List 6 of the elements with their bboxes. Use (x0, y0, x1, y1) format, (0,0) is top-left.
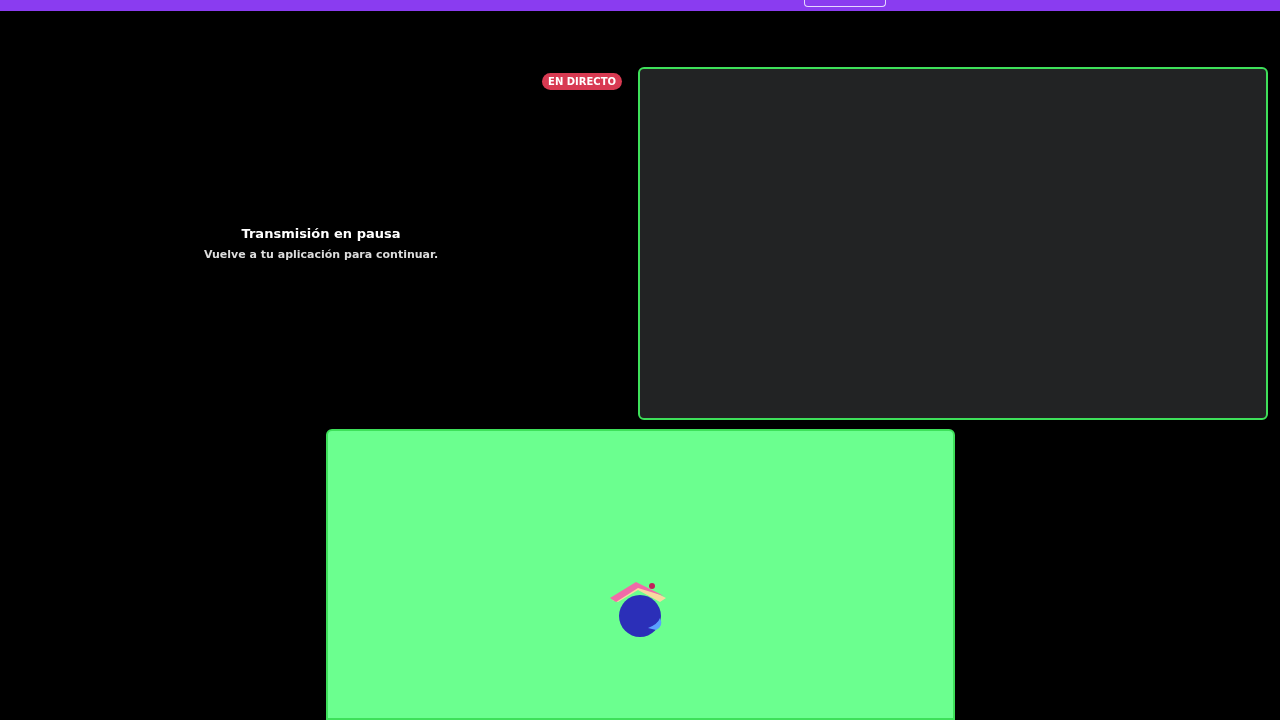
video-tile[interactable] (638, 67, 1268, 420)
paused-title: Transmisión en pausa (241, 225, 401, 243)
paused-message: Vuelve a tu aplicación para continuar. (203, 246, 439, 263)
banner-button[interactable] (804, 0, 886, 7)
avatar-tile[interactable] (325, 429, 955, 720)
live-badge: EN DIRECTO (542, 73, 622, 90)
